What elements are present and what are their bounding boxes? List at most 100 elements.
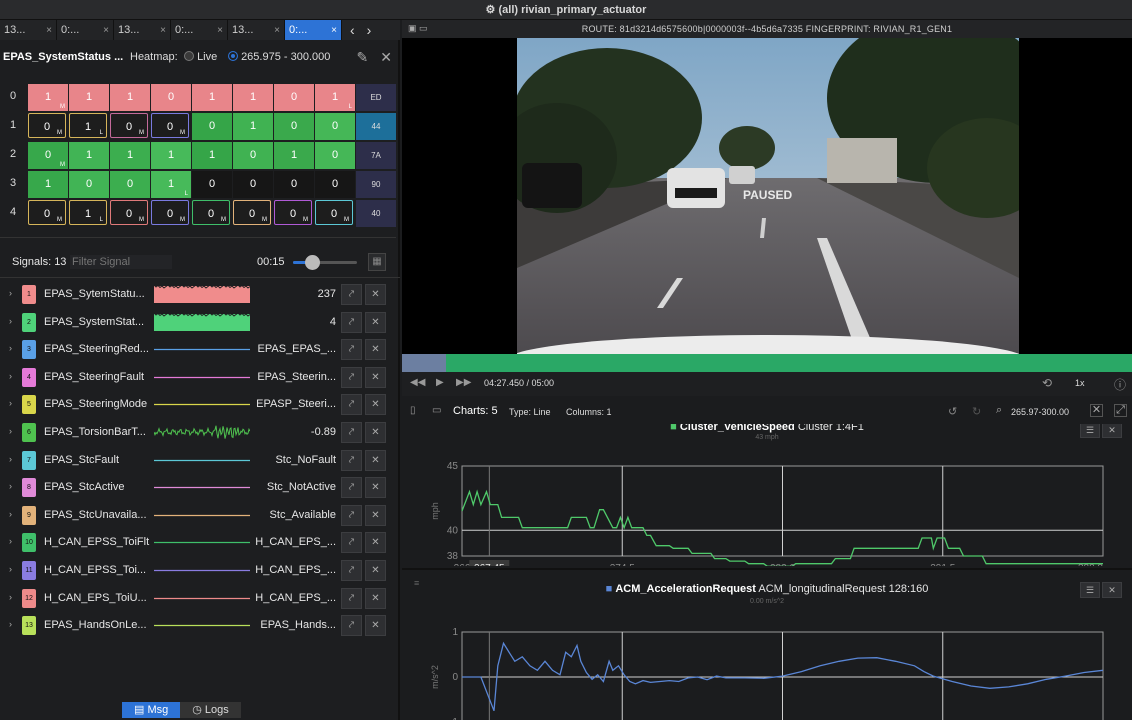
bit-cell[interactable]: 0M xyxy=(28,142,68,169)
bit-cell[interactable]: 1 xyxy=(274,142,314,169)
bit-cell[interactable]: 0 xyxy=(192,171,232,198)
zoom-slider-thumb[interactable] xyxy=(305,255,321,270)
remove-signal-icon[interactable]: ✕ xyxy=(365,449,386,471)
tab-0[interactable]: 13... × xyxy=(0,20,57,40)
bit-cell[interactable]: 0M xyxy=(192,200,230,225)
zoom-icon[interactable]: ⌕ xyxy=(996,404,1002,417)
radio-range[interactable] xyxy=(228,51,238,61)
signal-row[interactable]: › 10 H_CAN_EPSS_ToiFlt H_CAN_EPS_... ⤤ ✕ xyxy=(0,529,400,556)
bit-cell[interactable]: 1L xyxy=(151,171,191,198)
bit-cell[interactable]: 1 xyxy=(233,113,273,140)
signal-row[interactable]: › 5 EPAS_SteeringMode EPASP_Steeri... ⤤ ✕ xyxy=(0,391,400,418)
bit-cell[interactable]: 1 xyxy=(69,142,109,169)
remove-signal-icon[interactable]: ✕ xyxy=(365,311,386,333)
columns-selector[interactable]: Columns: 1 xyxy=(566,407,612,417)
bit-cell[interactable]: 0 xyxy=(315,171,355,198)
bit-cell[interactable]: 0M xyxy=(233,200,271,225)
expand-chevron-icon[interactable]: › xyxy=(9,564,12,574)
bit-cell[interactable]: 0 xyxy=(233,142,273,169)
bit-cell[interactable]: 1L xyxy=(69,200,107,225)
expand-chevron-icon[interactable]: › xyxy=(9,371,12,381)
tab-close-icon[interactable]: × xyxy=(217,25,223,36)
speed-chart[interactable]: 45 40 38 mph 266267.45 274.5 283.0 291.5 300.0 xyxy=(402,424,1132,566)
heatmap-live-option[interactable]: Live xyxy=(184,51,217,63)
radio-live[interactable] xyxy=(184,51,194,61)
signal-row[interactable]: › 7 EPAS_StcFault Stc_NoFault ⤤ ✕ xyxy=(0,447,400,474)
remove-signal-icon[interactable]: ✕ xyxy=(365,339,386,361)
bit-cell[interactable]: 0M xyxy=(151,200,189,225)
signal-row[interactable]: › 9 EPAS_StcUnavaila... Stc_Available ⤤ ✕ xyxy=(0,502,400,529)
bit-cell[interactable]: 0M xyxy=(151,113,189,138)
remove-signal-icon[interactable]: ✕ xyxy=(365,504,386,526)
bit-cell[interactable]: 0 xyxy=(192,113,232,140)
plot-signal-icon[interactable]: ⤤ xyxy=(341,615,362,637)
plot-signal-icon[interactable]: ⤤ xyxy=(341,311,362,333)
bit-cell[interactable]: 0M xyxy=(315,200,353,225)
tab-3[interactable]: 0:... × xyxy=(171,20,228,40)
timeline-bar[interactable] xyxy=(402,354,1132,372)
reset-zoom-icon[interactable]: ✕ xyxy=(1090,404,1103,417)
zoom-slider[interactable] xyxy=(293,255,357,270)
bit-cell[interactable]: 0M xyxy=(110,200,148,225)
expand-chevron-icon[interactable]: › xyxy=(9,316,12,326)
remove-signal-icon[interactable]: ✕ xyxy=(365,477,386,499)
speed-selector[interactable]: 1x xyxy=(1075,378,1085,388)
plot-signal-icon[interactable]: ⤤ xyxy=(341,560,362,581)
fast-forward-icon[interactable]: ▶▶ xyxy=(456,377,471,388)
plot-signal-icon[interactable]: ⤤ xyxy=(341,284,362,305)
plot-signal-icon[interactable]: ⤤ xyxy=(341,422,362,443)
signal-row[interactable]: › 6 EPAS_TorsionBarT... -0.89 ⤤ ✕ xyxy=(0,419,400,446)
signal-row[interactable]: › 12 H_CAN_EPS_ToiU... H_CAN_EPS_... ⤤ ✕ xyxy=(0,585,400,612)
expand-chevron-icon[interactable]: › xyxy=(9,509,12,519)
filter-signal-input[interactable] xyxy=(70,255,172,269)
play-icon[interactable]: ▶ xyxy=(436,377,444,388)
timeline-handle[interactable] xyxy=(427,356,446,370)
bit-cell[interactable]: 1 xyxy=(110,84,150,111)
signal-row[interactable]: › 8 EPAS_StcActive Stc_NotActive ⤤ ✕ xyxy=(0,474,400,501)
undo-icon[interactable]: ↺ xyxy=(948,405,957,418)
tab-prev-icon[interactable]: ‹ xyxy=(350,22,355,38)
bit-cell[interactable]: 0M xyxy=(28,113,66,138)
remove-signal-icon[interactable]: ✕ xyxy=(365,366,386,388)
tab-logs[interactable]: ◷ Logs xyxy=(180,702,241,718)
signal-row[interactable]: › 1 EPAS_SytemStatu... 237 ⤤ ✕ xyxy=(0,281,400,308)
bit-cell[interactable]: 0 xyxy=(151,84,191,111)
tab-4[interactable]: 13... × xyxy=(228,20,285,40)
video-panel[interactable]: PAUSED xyxy=(402,38,1132,354)
plot-signal-icon[interactable]: ⤤ xyxy=(341,449,362,471)
expand-chevron-icon[interactable]: › xyxy=(9,454,12,464)
plot-signal-icon[interactable]: ⤤ xyxy=(341,366,362,388)
bit-cell[interactable]: 0 xyxy=(315,142,355,169)
expand-chevron-icon[interactable]: › xyxy=(9,343,12,353)
chart-type-selector[interactable]: Type: Line xyxy=(509,407,551,417)
bit-cell[interactable]: 0 xyxy=(69,171,109,198)
close-icon[interactable]: ✕ xyxy=(380,49,392,66)
plot-signal-icon[interactable]: ⤤ xyxy=(341,504,362,526)
remove-signal-icon[interactable]: ✕ xyxy=(365,284,386,305)
signal-row[interactable]: › 4 EPAS_SteeringFault EPAS_Steerin... ⤤ ✕ xyxy=(0,364,400,391)
bit-cell[interactable]: 0 xyxy=(315,113,355,140)
signal-row[interactable]: › 3 EPAS_SteeringRed... EPAS_EPAS_... ⤤ ✕ xyxy=(0,336,400,363)
edit-icon[interactable]: ✎ xyxy=(357,49,369,66)
tab-close-icon[interactable]: × xyxy=(46,25,52,36)
remove-signal-icon[interactable]: ✕ xyxy=(365,422,386,443)
tab-next-icon[interactable]: › xyxy=(367,22,372,38)
grid-toggle-icon[interactable]: ▦ xyxy=(368,253,386,271)
bit-cell[interactable]: 1L xyxy=(315,84,355,111)
bit-cell[interactable]: 0 xyxy=(274,171,314,198)
bit-cell[interactable]: 1 xyxy=(69,84,109,111)
plot-signal-icon[interactable]: ⤤ xyxy=(341,394,362,416)
rewind-icon[interactable]: ◀◀ xyxy=(410,377,425,388)
signal-row[interactable]: › 13 EPAS_HandsOnLe... EPAS_Hands... ⤤ ✕ xyxy=(0,612,400,639)
info-icon[interactable]: ⓘ xyxy=(1114,376,1126,393)
bit-cell[interactable]: 1M xyxy=(28,84,68,111)
remove-signal-icon[interactable]: ✕ xyxy=(365,560,386,581)
heatmap-range-option[interactable]: 265.975 - 300.000 xyxy=(228,51,330,63)
expand-chevron-icon[interactable]: › xyxy=(9,536,12,546)
bit-cell[interactable]: 0 xyxy=(110,171,150,198)
bit-cell[interactable]: 0 xyxy=(233,171,273,198)
signal-row[interactable]: › 11 H_CAN_EPSS_Toi... H_CAN_EPS_... ⤤ ✕ xyxy=(0,557,400,584)
tab-1[interactable]: 0:... × xyxy=(57,20,114,40)
signal-row[interactable]: › 2 EPAS_SystemStat... 4 ⤤ ✕ xyxy=(0,309,400,336)
tab-2[interactable]: 13... × xyxy=(114,20,171,40)
